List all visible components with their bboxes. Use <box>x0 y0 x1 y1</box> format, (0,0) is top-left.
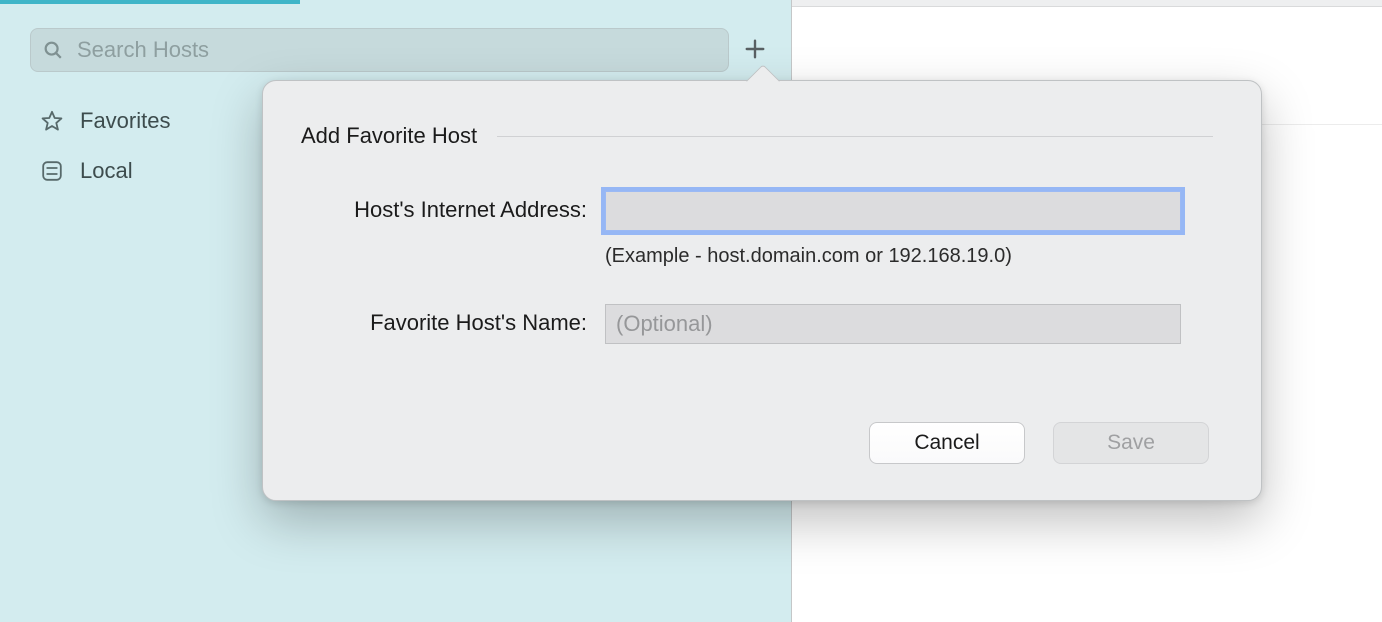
content-header-strip <box>792 0 1382 7</box>
popover-header: Add Favorite Host <box>301 123 1213 149</box>
save-button[interactable]: Save <box>1053 422 1209 464</box>
search-icon <box>42 39 64 61</box>
sidebar-item-label: Favorites <box>80 108 170 134</box>
popover-buttons: Cancel Save <box>301 422 1213 464</box>
host-address-input[interactable] <box>605 191 1181 231</box>
address-example-text: (Example - host.domain.com or 192.168.19… <box>605 245 1213 268</box>
host-name-input[interactable] <box>605 304 1181 344</box>
sidebar-item-label: Local <box>80 158 133 184</box>
name-label: Favorite Host's Name: <box>301 304 605 336</box>
plus-icon <box>744 38 766 63</box>
add-host-button[interactable] <box>737 32 773 68</box>
active-tab-indicator <box>0 0 300 4</box>
search-input[interactable] <box>30 28 729 72</box>
form-row-name: Favorite Host's Name: <box>301 304 1213 344</box>
form-row-address: Host's Internet Address: (Example - host… <box>301 191 1213 268</box>
search-wrap <box>30 28 729 72</box>
popover-title: Add Favorite Host <box>301 123 477 149</box>
sidebar-top <box>0 4 791 90</box>
cancel-button[interactable]: Cancel <box>869 422 1025 464</box>
divider-line <box>497 136 1213 137</box>
add-favorite-host-popover: Add Favorite Host Host's Internet Addres… <box>262 80 1262 501</box>
star-icon <box>40 109 64 133</box>
database-icon <box>40 159 64 183</box>
address-label: Host's Internet Address: <box>301 191 605 223</box>
